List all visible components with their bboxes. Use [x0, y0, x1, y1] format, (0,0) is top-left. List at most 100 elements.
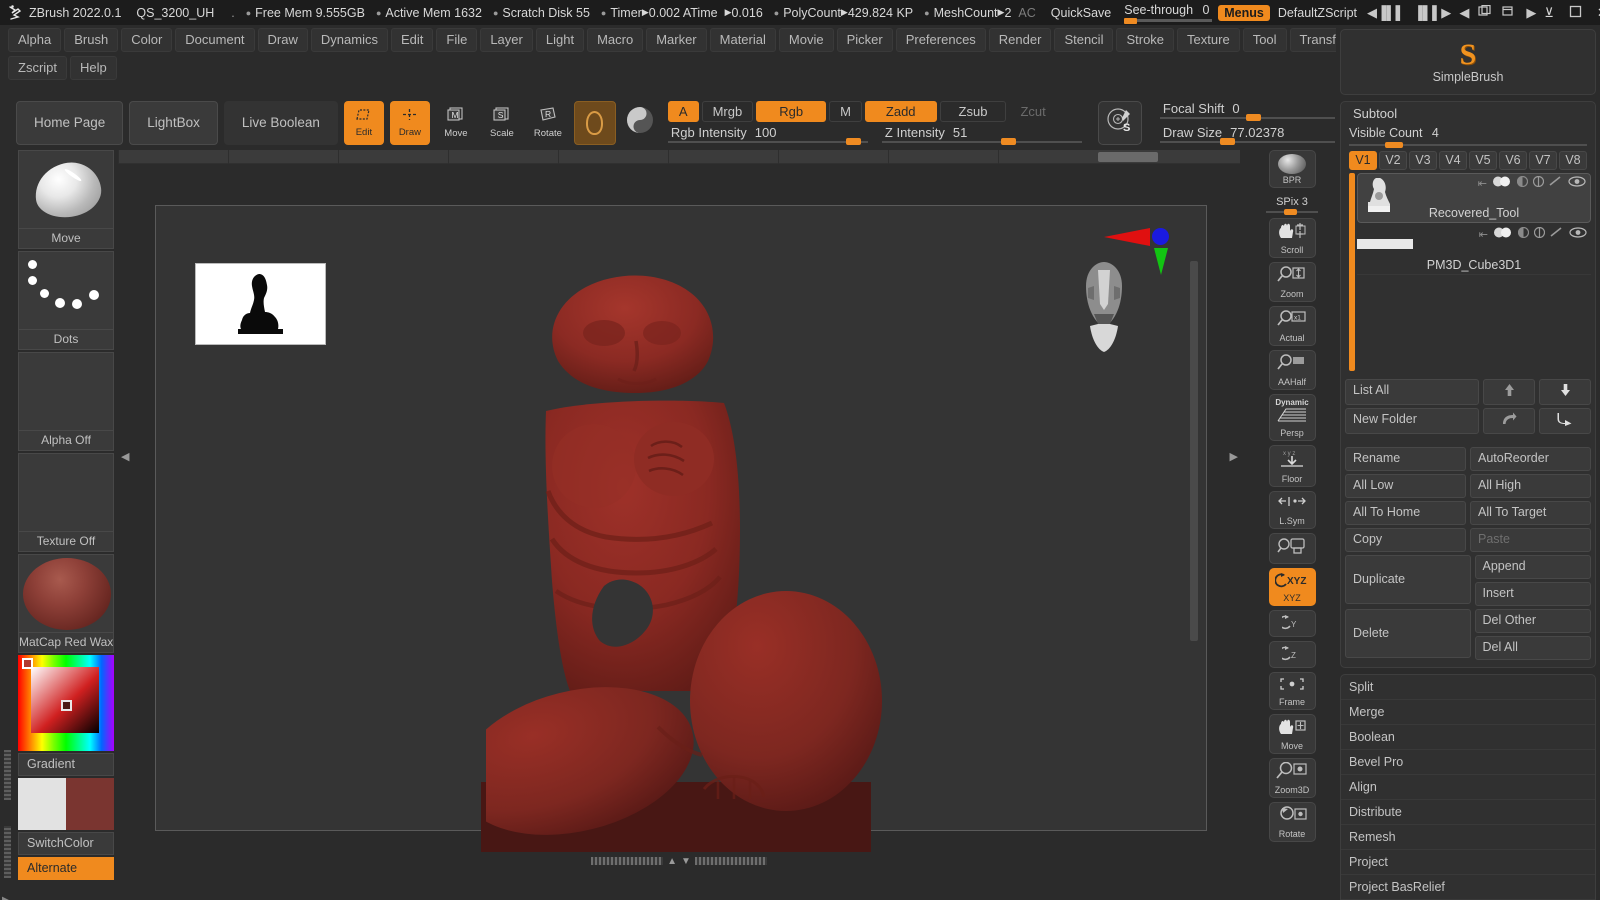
zscript-name[interactable]: DefaultZScript: [1278, 6, 1357, 20]
stroke-preview-button[interactable]: S: [1097, 100, 1142, 145]
xyz-button[interactable]: XYZ XYZ: [1268, 568, 1316, 606]
visibility-tab-v8[interactable]: V8: [1559, 151, 1587, 170]
material-swatch-button[interactable]: [573, 100, 616, 145]
menu-item-material[interactable]: Material: [709, 28, 776, 52]
focal-shift-knob[interactable]: [1245, 113, 1261, 121]
menu-item-color[interactable]: Color: [121, 28, 173, 52]
subtool-list-item[interactable]: ⇤: [1357, 225, 1591, 275]
persp-button[interactable]: Dynamic Persp: [1268, 394, 1316, 441]
menu-item-picker[interactable]: Picker: [836, 28, 893, 52]
canvas-area[interactable]: ◀ ▶ ▲ ▼: [118, 150, 1240, 870]
menu-item-help[interactable]: Help: [70, 56, 117, 80]
quicksave-button[interactable]: QuickSave: [1051, 6, 1111, 20]
color-swatches[interactable]: [18, 778, 114, 830]
menu-item-tool[interactable]: Tool: [1242, 28, 1287, 52]
aahalf-button[interactable]: AAHalf: [1268, 350, 1316, 390]
menu-item-stencil[interactable]: Stencil: [1054, 28, 1114, 52]
all-to-target-button[interactable]: All To Target: [1470, 501, 1591, 525]
submenu-item-remesh[interactable]: Remesh: [1341, 825, 1595, 850]
rgb-button[interactable]: Rgb: [756, 100, 827, 122]
visibility-tab-v7[interactable]: V7: [1529, 151, 1557, 170]
ruler-scroll-thumb[interactable]: [1098, 152, 1158, 162]
submenu-item-project[interactable]: Project: [1341, 850, 1595, 875]
visibility-tab-v6[interactable]: V6: [1499, 151, 1527, 170]
live-boolean-button[interactable]: Live Boolean: [223, 100, 338, 145]
scrollbar-thumb-lower[interactable]: [4, 826, 11, 878]
insert-button[interactable]: Insert: [1474, 582, 1591, 606]
submenu-item-project-basrelief[interactable]: Project BasRelief: [1341, 875, 1595, 900]
red-wax-figure-sculpture[interactable]: [486, 261, 906, 851]
subtool-list-item[interactable]: ⇤: [1357, 173, 1591, 223]
see-through-knob[interactable]: [1124, 18, 1138, 24]
visibility-tab-v5[interactable]: V5: [1469, 151, 1497, 170]
canvas-collapse-right-icon[interactable]: ▶: [1230, 450, 1238, 463]
shading-toggle-icon[interactable]: [1516, 175, 1529, 190]
frame-button[interactable]: Frame: [1268, 672, 1316, 710]
orientation-gizmo[interactable]: [1068, 228, 1178, 358]
submenu-item-distribute[interactable]: Distribute: [1341, 800, 1595, 825]
paste-button[interactable]: Paste: [1470, 528, 1591, 552]
menu-item-brush[interactable]: Brush: [64, 28, 119, 52]
scroll-down-icon[interactable]: ▼: [681, 856, 691, 867]
y-rotate-button[interactable]: Y: [1268, 610, 1316, 637]
bpr-button[interactable]: BPR: [1268, 150, 1316, 188]
transparency-toggle-icon[interactable]: [1533, 226, 1546, 241]
focal-shift-slider[interactable]: Focal Shift 0: [1159, 101, 1335, 121]
shading-toggle-icon[interactable]: [1517, 226, 1530, 241]
gradient-button[interactable]: Gradient: [18, 753, 114, 776]
zoom3d-button[interactable]: Zoom3D: [1268, 758, 1316, 798]
menus-toggle-button[interactable]: Menus: [1218, 4, 1270, 21]
document-canvas[interactable]: [155, 205, 1207, 854]
menu-item-preferences[interactable]: Preferences: [895, 28, 986, 52]
rotate-mode-button[interactable]: R Rotate: [528, 101, 568, 145]
switchcolor-button[interactable]: SwitchColor: [18, 832, 114, 855]
x-axis-arrow-icon[interactable]: [1104, 228, 1150, 246]
spix-slider[interactable]: SPix 3: [1266, 192, 1318, 215]
current-brush-box[interactable]: S SimpleBrush: [1340, 29, 1596, 95]
m-button[interactable]: M: [829, 100, 862, 122]
see-through-slider[interactable]: See-through 0: [1124, 3, 1213, 24]
visibility-tab-v3[interactable]: V3: [1409, 151, 1437, 170]
home-page-button[interactable]: Home Page: [16, 100, 124, 145]
zadd-button[interactable]: Zadd: [864, 100, 937, 122]
maximize-icon[interactable]: [1569, 5, 1582, 21]
menu-item-render[interactable]: Render: [988, 28, 1052, 52]
arrow-polypaint-icon[interactable]: ⇤: [1479, 228, 1488, 241]
alternate-button[interactable]: Alternate: [18, 857, 114, 880]
zsub-button[interactable]: Zsub: [939, 100, 1007, 122]
zoom-button[interactable]: Zoom: [1268, 262, 1316, 302]
alpha-channel-button[interactable]: A: [667, 100, 699, 122]
copy-window-icon[interactable]: [1478, 4, 1493, 21]
scale-mode-button[interactable]: S Scale: [482, 101, 522, 145]
polypaint-toggle-icon[interactable]: [1493, 227, 1513, 241]
floor-button[interactable]: x y z Floor: [1268, 445, 1316, 487]
del-all-button[interactable]: Del All: [1474, 636, 1591, 660]
menu-item-macro[interactable]: Macro: [587, 28, 644, 52]
move-up-icon[interactable]: [1483, 379, 1535, 405]
brush-preview[interactable]: S SimpleBrush: [1345, 34, 1591, 90]
menu-item-document[interactable]: Document: [175, 28, 255, 52]
document-scrollbar[interactable]: [1190, 261, 1198, 641]
menu-item-zscript[interactable]: Zscript: [8, 56, 67, 80]
alpha-selector[interactable]: Alpha Off: [18, 352, 114, 451]
menu-item-stroke[interactable]: Stroke: [1116, 28, 1175, 52]
visibility-tab-v4[interactable]: V4: [1439, 151, 1467, 170]
menu-item-light[interactable]: Light: [535, 28, 585, 52]
all-low-button[interactable]: All Low: [1345, 474, 1466, 498]
see-through-track[interactable]: [1124, 18, 1213, 24]
menu-item-draw[interactable]: Draw: [257, 28, 308, 52]
arrange-right-icon[interactable]: ▶: [1526, 5, 1536, 21]
secondary-color-swatch[interactable]: [66, 778, 114, 830]
brush-toggle-icon[interactable]: [1549, 176, 1563, 190]
minimize-icon[interactable]: ⊻: [1544, 5, 1554, 21]
arrow-polypaint-icon[interactable]: ⇤: [1478, 177, 1487, 190]
left-shelf-scrollbar[interactable]: [4, 750, 11, 880]
menu-item-alpha[interactable]: Alpha: [8, 28, 62, 52]
z-axis-dot-icon[interactable]: [1152, 228, 1169, 245]
menu-item-movie[interactable]: Movie: [778, 28, 834, 52]
all-high-button[interactable]: All High: [1470, 474, 1591, 498]
scrollbar-thumb-upper[interactable]: [4, 750, 11, 800]
copy-button[interactable]: Copy: [1345, 528, 1466, 552]
delete-button[interactable]: Delete: [1345, 609, 1471, 658]
spix-knob[interactable]: [1284, 209, 1297, 215]
